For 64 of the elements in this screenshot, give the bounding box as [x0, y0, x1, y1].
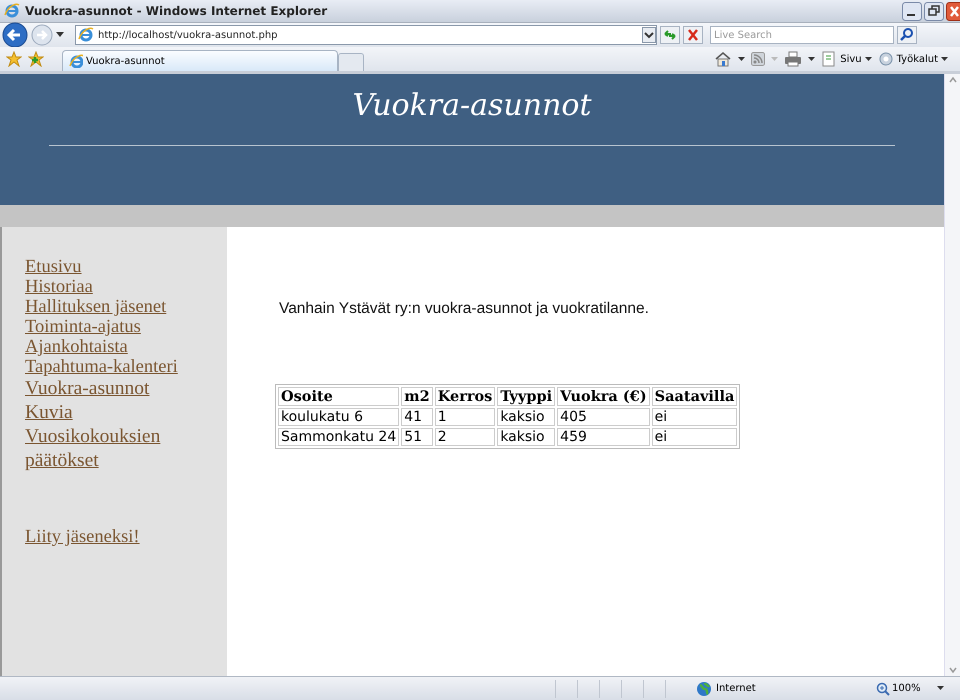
minimize-button[interactable]: [902, 2, 922, 20]
address-field[interactable]: http://localhost/vuokra-asunnot.php: [75, 25, 657, 45]
column-header: m2: [401, 387, 433, 406]
table-cell: ei: [652, 408, 738, 426]
toolbar-button[interactable]: Työkalut: [878, 51, 948, 67]
browser-logo-icon: [4, 3, 20, 19]
scrollbar[interactable]: [944, 74, 960, 676]
caret-icon[interactable]: [808, 56, 816, 62]
close-button[interactable]: [946, 2, 960, 20]
zoom-icon: [876, 682, 890, 696]
page-icon: [78, 27, 94, 43]
table-cell: ei: [652, 428, 738, 446]
home-icon[interactable]: [714, 51, 732, 67]
globe-icon: [696, 680, 712, 696]
caret-icon: [941, 56, 948, 62]
nav-link[interactable]: Ajankohtaista: [25, 337, 128, 357]
table-cell: 1: [434, 408, 496, 426]
intro-text: Vanhain Ystävät ry:n vuokra-asunnot ja vuokratilanne.: [279, 300, 650, 318]
caret-icon[interactable]: [738, 56, 746, 62]
column-header: Tyyppi: [497, 387, 556, 406]
zoom-button[interactable]: 100%: [876, 682, 921, 696]
security-zone: Internet: [716, 683, 756, 694]
table-cell: 51: [401, 428, 433, 446]
star-icon[interactable]: [6, 51, 22, 67]
nav-link[interactable]: Etusivu: [25, 257, 82, 277]
table-cell: 2: [434, 428, 496, 446]
nav-link[interactable]: Historiaa: [25, 277, 93, 297]
window-title: Vuokra-asunnot - Windows Internet Explorer: [25, 4, 328, 18]
nav-link[interactable]: Tapahtuma-kalenteri: [25, 357, 178, 377]
column-header: Kerros: [434, 387, 496, 406]
stop-button[interactable]: [683, 26, 703, 44]
search-button[interactable]: [897, 26, 917, 44]
toolbar-button[interactable]: Sivu: [821, 51, 872, 67]
column-header: Vuokra (€): [557, 387, 650, 406]
nav-link[interactable]: Hallituksen jäsenet: [25, 297, 166, 317]
table-cell: 405: [557, 408, 650, 426]
caret-icon[interactable]: [56, 32, 64, 38]
caret-icon[interactable]: [936, 686, 944, 691]
gear-icon: [878, 51, 894, 67]
nav-link[interactable]: Vuosikokouksien päätökset: [25, 425, 200, 473]
nav-link[interactable]: Kuvia: [25, 401, 73, 425]
nav-link[interactable]: Vuokra-asunnot: [25, 377, 150, 401]
table-cell: 459: [557, 428, 650, 446]
join-link[interactable]: Liity jäseneksi!: [25, 527, 140, 547]
restore-button[interactable]: [924, 2, 944, 20]
column-header: Saatavilla: [652, 387, 738, 406]
table-cell: Sammonkatu 24: [278, 428, 400, 446]
feed-icon[interactable]: [751, 52, 766, 66]
search-field[interactable]: Live Search: [710, 26, 894, 44]
page-icon: [821, 51, 838, 67]
browser-tab[interactable]: Vuokra-asunnot: [62, 50, 338, 71]
table-cell: kaksio: [497, 428, 556, 446]
site-title: Vuokra-asunnot: [352, 88, 592, 123]
table-cell: kaksio: [497, 408, 556, 426]
dropdown-button[interactable]: [642, 27, 656, 43]
table-cell: 41: [401, 408, 433, 426]
table-cell: koulukatu 6: [278, 408, 400, 426]
nav-link[interactable]: Toiminta-ajatus: [25, 317, 141, 337]
caret-icon: [864, 56, 872, 62]
page-icon: [69, 54, 83, 68]
printer-icon[interactable]: [784, 51, 802, 67]
column-header: Osoite: [278, 387, 400, 406]
back-button[interactable]: [2, 22, 28, 48]
add-favorite-icon[interactable]: [28, 51, 44, 67]
